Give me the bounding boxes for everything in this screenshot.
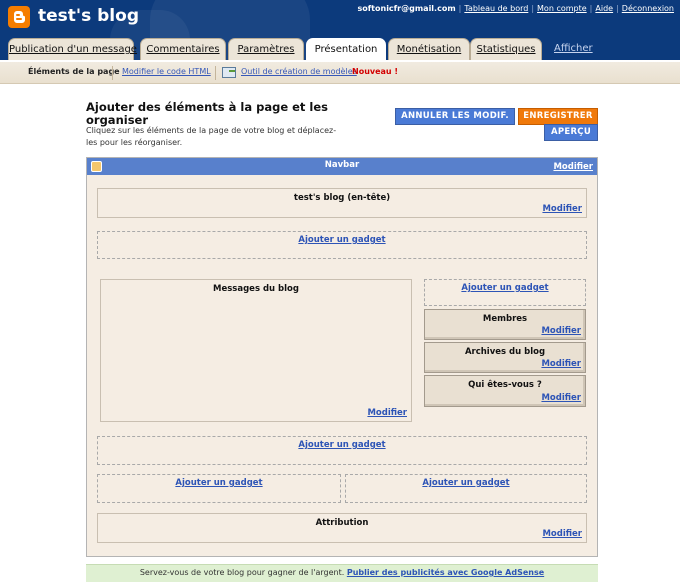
cancel-changes-button[interactable]: ANNULER LES MODIF. xyxy=(395,108,515,125)
subnav-edit-html[interactable]: Modifier le code HTML xyxy=(122,67,211,76)
gadget-members[interactable]: Membres Modifier xyxy=(424,309,586,340)
tab-comments[interactable]: Commentaires xyxy=(140,38,226,60)
footer-right-add-gadget-slot: Ajouter un gadget xyxy=(345,474,587,503)
gadget-blog-archive[interactable]: Archives du blog Modifier xyxy=(424,342,586,373)
gadget-about-edit-link[interactable]: Modifier xyxy=(541,393,581,403)
subnav-divider xyxy=(112,66,113,80)
add-gadget-link[interactable]: Ajouter un gadget xyxy=(98,235,586,245)
add-gadget-link[interactable]: Ajouter un gadget xyxy=(425,283,585,293)
gadget-archive-title: Archives du blog xyxy=(464,347,546,357)
attribution-element: Attribution Modifier xyxy=(97,513,587,543)
subnav-divider xyxy=(215,66,216,80)
preview-button[interactable]: APERÇU xyxy=(544,124,598,141)
save-button[interactable]: ENREGISTRER xyxy=(518,108,598,125)
gadget-members-edit-link[interactable]: Modifier xyxy=(541,326,581,336)
view-blog-link[interactable]: Afficher le blog xyxy=(554,38,593,60)
tab-statistics[interactable]: Statistiques xyxy=(470,38,542,60)
gadget-members-title: Membres xyxy=(482,314,528,324)
user-email: softonicfr@gmail.com xyxy=(357,4,456,13)
subnav-template-designer[interactable]: Outil de création de modèles xyxy=(241,67,357,76)
navbar-edit-link[interactable]: Modifier xyxy=(553,162,593,172)
add-gadget-slot: Ajouter un gadget xyxy=(97,436,587,465)
sidebar-add-gadget-slot: Ajouter un gadget xyxy=(424,279,586,306)
attribution-edit-link[interactable]: Modifier xyxy=(542,529,582,539)
blogger-logo-icon[interactable] xyxy=(8,6,30,28)
blog-title[interactable]: test's blog xyxy=(38,6,139,26)
gadget-about-title: Qui êtes-vous ? xyxy=(468,380,542,390)
header-element: test's blog (en-tête) Modifier xyxy=(97,188,587,218)
tab-publication[interactable]: Publication d'un message xyxy=(8,38,137,60)
link-dashboard[interactable]: Tableau de bord xyxy=(464,4,528,13)
header-element-title: test's blog (en-tête) xyxy=(293,193,391,203)
new-badge: Nouveau ! xyxy=(352,67,399,76)
tab-monetisation[interactable]: Monétisation xyxy=(388,38,470,60)
link-help[interactable]: Aide xyxy=(595,4,613,13)
blog-posts-element: Messages du blog Modifier xyxy=(100,279,412,422)
adsense-banner: Servez-vous de votre blog pour gagner de… xyxy=(86,564,598,582)
adsense-link[interactable]: Publier des publicités avec Google AdSen… xyxy=(347,568,544,577)
gadget-archive-edit-link[interactable]: Modifier xyxy=(541,359,581,369)
add-gadget-link[interactable]: Ajouter un gadget xyxy=(98,478,340,488)
page-title: Ajouter des éléments à la page et les or… xyxy=(86,100,329,127)
blog-posts-title: Messages du blog xyxy=(213,284,299,294)
link-my-account[interactable]: Mon compte xyxy=(537,4,587,13)
navbar-element: Navbar Modifier xyxy=(87,158,597,175)
tab-settings[interactable]: Paramètres xyxy=(228,38,304,60)
navbar-label: Navbar xyxy=(324,160,360,170)
page-layout-editor: Navbar Modifier test's blog (en-tête) Mo… xyxy=(86,157,598,557)
blogger-header: test's blog softonicfr@gmail.com | Tableau… xyxy=(0,0,680,60)
link-logout[interactable]: Déconnexion xyxy=(622,4,674,13)
adsense-text: Servez-vous de votre blog pour gagner de… xyxy=(139,568,345,577)
add-gadget-slot: Ajouter un gadget xyxy=(97,231,587,259)
add-gadget-link[interactable]: Ajouter un gadget xyxy=(346,478,586,488)
sub-navigation: Éléments de la page Modifier le code HTM… xyxy=(0,62,680,84)
header-edit-link[interactable]: Modifier xyxy=(542,204,582,214)
account-links: softonicfr@gmail.com | Tableau de bord | Mon… xyxy=(357,4,674,13)
footer-left-add-gadget-slot: Ajouter un gadget xyxy=(97,474,341,503)
attribution-title: Attribution xyxy=(315,518,369,528)
gadget-about-me[interactable]: Qui êtes-vous ? Modifier xyxy=(424,375,586,407)
blog-posts-edit-link[interactable]: Modifier xyxy=(367,408,407,418)
subnav-page-elements[interactable]: Éléments de la page xyxy=(28,67,120,76)
template-designer-icon xyxy=(222,67,236,78)
page-description: Cliquez sur les éléments de la page de v… xyxy=(86,126,337,147)
add-gadget-link[interactable]: Ajouter un gadget xyxy=(98,440,586,450)
tab-presentation[interactable]: Présentation xyxy=(306,38,386,60)
